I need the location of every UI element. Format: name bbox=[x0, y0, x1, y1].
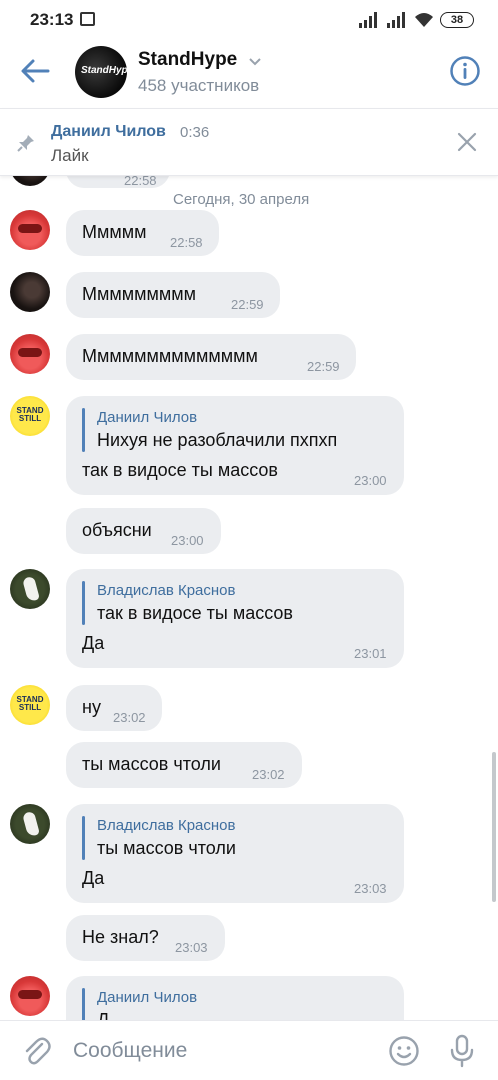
message-time: 22:58 bbox=[170, 235, 203, 250]
pinned-message[interactable]: Даниил Чилов 0:36 Лайк bbox=[0, 108, 498, 176]
avatar[interactable] bbox=[10, 804, 50, 844]
pinned-text: Лайк bbox=[51, 146, 89, 165]
reply-text[interactable]: Нихуя не разоблачили пхпхп bbox=[97, 430, 337, 451]
chat-title[interactable]: StandHype bbox=[138, 49, 237, 71]
message-time: 22:59 bbox=[231, 297, 264, 312]
message-item[interactable]: STAND STILL Даниил Чилов Нихуя не разобл… bbox=[0, 396, 498, 496]
reply-author[interactable]: Владислав Краснов bbox=[97, 582, 235, 599]
scrollbar[interactable] bbox=[492, 752, 496, 902]
reply-text[interactable]: ты массов чтоли bbox=[97, 838, 236, 859]
avatar[interactable]: STAND STILL bbox=[10, 396, 50, 436]
message-item[interactable]: Владислав Краснов так в видосе ты массов… bbox=[0, 569, 498, 669]
battery-icon: 38 bbox=[440, 12, 474, 28]
message-time: 23:03 bbox=[354, 881, 387, 896]
message-text: Да bbox=[82, 868, 105, 888]
avatar[interactable] bbox=[10, 176, 50, 186]
signal-icon bbox=[359, 12, 377, 28]
avatar-label: STAND STILL bbox=[16, 406, 44, 423]
wifi-icon bbox=[415, 13, 433, 27]
message-item[interactable]: Даниил Чилов Д bbox=[0, 976, 498, 1020]
chat-avatar[interactable]: StandHype bbox=[75, 46, 127, 98]
message-list[interactable]: ... 22:58 Сегодня, 30 апреля Ммммм 22:58… bbox=[0, 176, 498, 1020]
message-item[interactable]: Ммммм 22:58 bbox=[0, 210, 498, 256]
paperclip-icon[interactable] bbox=[22, 1035, 52, 1067]
avatar[interactable] bbox=[10, 976, 50, 1016]
microphone-icon[interactable] bbox=[449, 1034, 475, 1068]
avatar[interactable] bbox=[10, 334, 50, 374]
reply-author[interactable]: Владислав Краснов bbox=[97, 817, 235, 834]
participants-count: 458 участников bbox=[138, 76, 260, 95]
message-time: 23:00 bbox=[171, 533, 204, 548]
pinned-author: Даниил Чилов bbox=[51, 123, 166, 140]
message-composer bbox=[0, 1020, 498, 1080]
message-text: Ммммммммм bbox=[82, 284, 196, 304]
avatar[interactable] bbox=[10, 569, 50, 609]
message-text: объясни bbox=[82, 520, 152, 540]
status-icons: 38 bbox=[358, 10, 474, 30]
message-time: 23:01 bbox=[354, 646, 387, 661]
avatar-label: STAND STILL bbox=[16, 695, 44, 712]
reply-author[interactable]: Даниил Чилов bbox=[97, 989, 197, 1006]
date-separator: Сегодня, 30 апреля bbox=[173, 191, 310, 208]
smile-icon[interactable] bbox=[388, 1035, 420, 1067]
reply-author[interactable]: Даниил Чилов bbox=[97, 409, 197, 426]
message-item[interactable]: объясни 23:00 bbox=[0, 508, 498, 554]
pinned-time: 0:36 bbox=[180, 124, 210, 141]
message-item[interactable]: STAND STILL ну 23:02 bbox=[0, 685, 498, 731]
message-item[interactable]: Владислав Краснов ты массов чтоли Да 23:… bbox=[0, 804, 498, 904]
notification-icon bbox=[80, 12, 95, 26]
reply-text[interactable]: Д bbox=[97, 1010, 109, 1020]
chat-header: StandHype StandHype 458 участников bbox=[0, 40, 498, 105]
status-bar: 23:13 38 bbox=[0, 0, 498, 40]
signal-icon bbox=[387, 12, 405, 28]
chevron-down-icon[interactable] bbox=[248, 56, 262, 66]
reply-bar bbox=[82, 988, 85, 1020]
reply-bar bbox=[82, 408, 85, 452]
message-text: Не знал? bbox=[82, 927, 159, 947]
message-item[interactable]: ты массов чтоли 23:02 bbox=[0, 742, 498, 788]
message-text: Мммммммммммммм bbox=[82, 346, 258, 366]
message-item[interactable]: ... 22:58 bbox=[0, 176, 498, 190]
message-time: 23:02 bbox=[252, 767, 285, 782]
message-text: ну bbox=[82, 697, 101, 717]
message-time: 23:02 bbox=[113, 710, 146, 725]
message-text: Да bbox=[82, 633, 105, 653]
message-time: 22:58 bbox=[124, 176, 157, 188]
avatar[interactable] bbox=[10, 272, 50, 312]
message-time: 23:03 bbox=[175, 940, 208, 955]
avatar[interactable] bbox=[10, 210, 50, 250]
message-text: Ммммм bbox=[82, 222, 147, 242]
info-icon[interactable] bbox=[449, 55, 481, 87]
pin-icon bbox=[17, 135, 34, 152]
avatar[interactable]: STAND STILL bbox=[10, 685, 50, 725]
message-text: ты массов чтоли bbox=[82, 754, 221, 774]
message-item[interactable]: Мммммммммммммм 22:59 bbox=[0, 334, 498, 380]
message-time: 23:00 bbox=[354, 473, 387, 488]
message-item[interactable]: Не знал? 23:03 bbox=[0, 915, 498, 961]
reply-text[interactable]: так в видосе ты массов bbox=[97, 603, 293, 624]
close-icon[interactable] bbox=[456, 131, 478, 153]
battery-level: 38 bbox=[450, 14, 464, 26]
reply-bar bbox=[82, 816, 85, 860]
message-text: так в видосе ты массов bbox=[82, 460, 278, 480]
chat-avatar-label: StandHype bbox=[81, 65, 127, 76]
back-arrow-icon[interactable] bbox=[18, 56, 52, 86]
message-item[interactable]: Ммммммммм 22:59 bbox=[0, 272, 498, 318]
message-time: 22:59 bbox=[307, 359, 340, 374]
status-time: 23:13 bbox=[30, 10, 74, 29]
reply-bar bbox=[82, 581, 85, 625]
message-input[interactable] bbox=[73, 1035, 373, 1067]
